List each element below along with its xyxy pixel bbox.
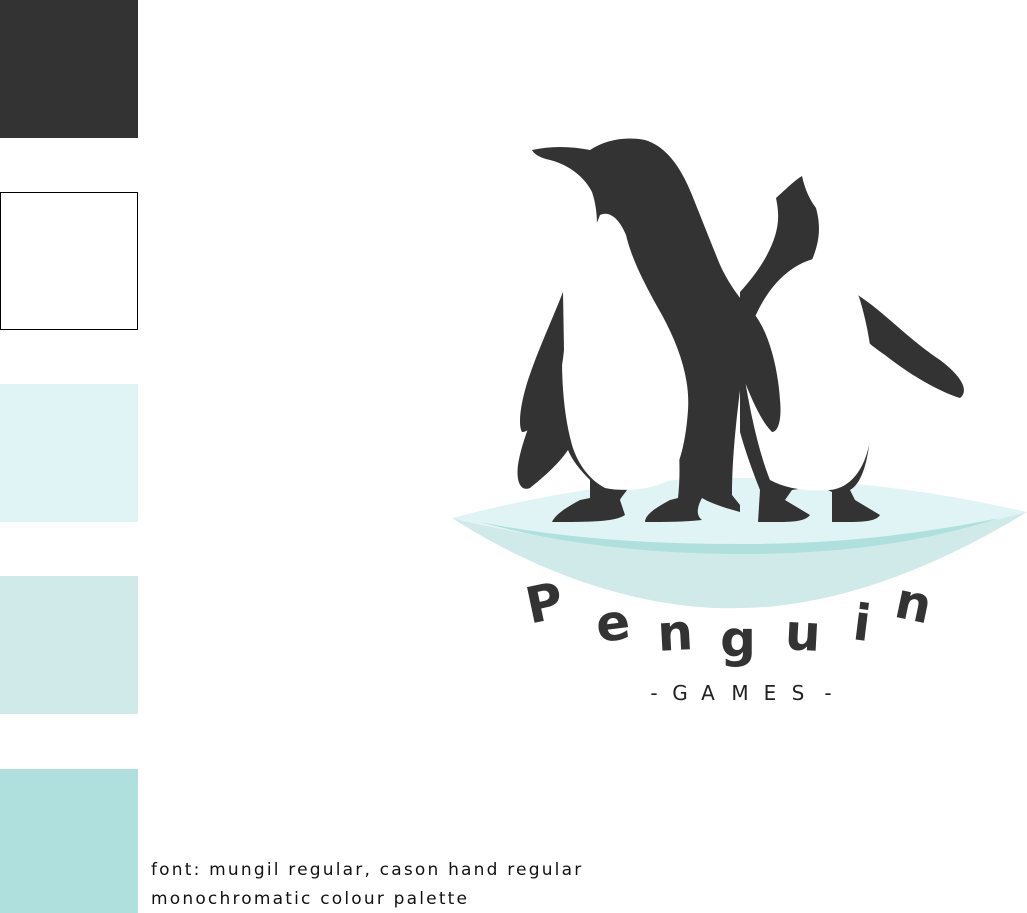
tagline-letter: E xyxy=(764,681,777,705)
wordmark-letter: n xyxy=(656,603,695,663)
logo-tagline: -GAMES- xyxy=(650,681,831,705)
swatch-ice-light xyxy=(0,576,138,714)
tagline-letter: - xyxy=(650,681,657,705)
font-note: font: mungil regular, cason hand regular xyxy=(151,860,584,880)
tagline-letter: M xyxy=(731,681,748,705)
wordmark-letter: g xyxy=(720,610,756,668)
wordmark-letter: i xyxy=(850,593,874,653)
swatch-charcoal xyxy=(0,0,138,138)
tagline-letter: S xyxy=(792,681,805,705)
tagline-letter: - xyxy=(824,681,831,705)
wordmark-letter: e xyxy=(593,592,634,654)
wordmark-letter: P xyxy=(521,571,569,635)
penguin-left xyxy=(517,138,781,522)
logo-artwork: Penguin -GAMES- xyxy=(452,138,1027,705)
tagline-letter: G xyxy=(672,681,688,705)
penguin-right xyxy=(740,176,964,522)
wordmark-letter: n xyxy=(890,571,937,635)
wordmark-letter: u xyxy=(784,603,823,663)
swatch-white xyxy=(0,192,138,330)
tagline-letter: A xyxy=(701,681,715,705)
swatch-ice-pale xyxy=(0,384,138,522)
penguin-games-logo: Penguin -GAMES- xyxy=(440,120,1027,720)
swatch-aqua xyxy=(0,769,138,913)
palette-note: monochromatic colour palette xyxy=(151,889,470,909)
